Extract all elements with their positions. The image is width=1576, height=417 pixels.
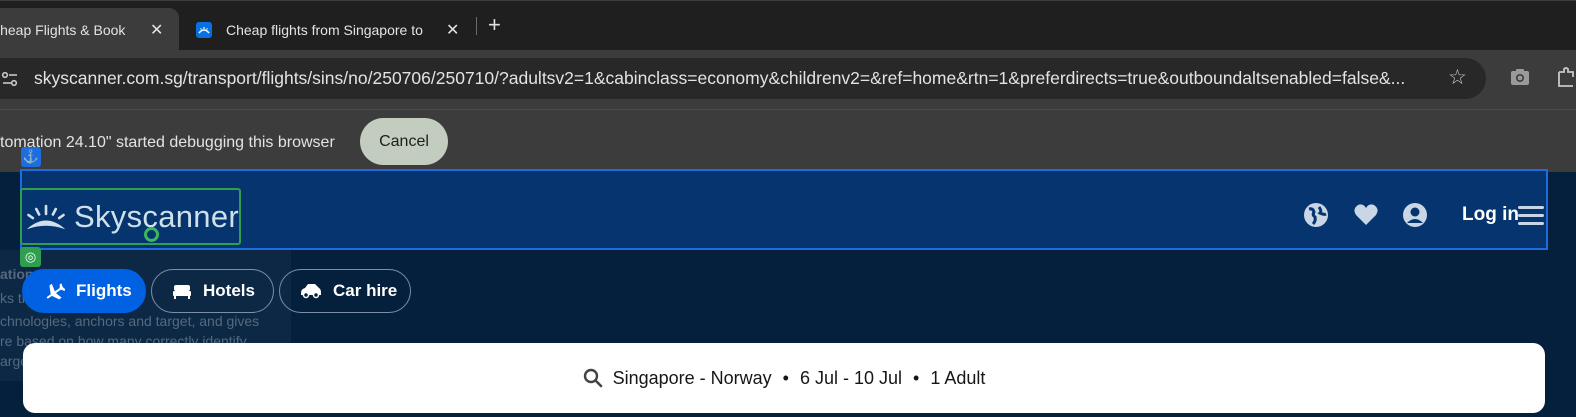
tab-divider: [476, 17, 477, 35]
search-dates: 6 Jul - 10 Jul: [799, 367, 903, 388]
search-travellers: 1 Adult: [930, 367, 986, 388]
search-summary-bar[interactable]: Singapore - Norway • 6 Jul - 10 Jul • 1 …: [23, 343, 1545, 413]
browser-toolbar: skyscanner.com.sg/transport/flights/sins…: [0, 50, 1576, 109]
tab-hotels-label: Hotels: [203, 281, 255, 300]
camera-icon[interactable]: [1510, 68, 1530, 86]
airplane-icon: [46, 283, 65, 300]
close-icon[interactable]: ✕: [150, 20, 163, 40]
debugging-infobar: tomation 24.10" started debugging this b…: [0, 109, 1576, 172]
extensions-puzzle-icon[interactable]: [1556, 66, 1576, 90]
tab-title: Cheap flights from Singapore to: [226, 21, 423, 38]
url-text[interactable]: skyscanner.com.sg/transport/flights/sins…: [34, 68, 1434, 89]
separator-dot: •: [913, 367, 920, 388]
tab-flights[interactable]: Flights: [22, 269, 146, 313]
target-icon: ◎: [20, 247, 41, 267]
site-info-icon[interactable]: [0, 69, 20, 89]
infobar-message: tomation 24.10" started debugging this b…: [0, 134, 335, 151]
globe-icon[interactable]: [1303, 202, 1329, 233]
close-icon[interactable]: ✕: [446, 20, 459, 40]
sunrise-logo-icon: [26, 204, 66, 229]
user-account-icon[interactable]: [1402, 202, 1428, 233]
bed-icon: [173, 285, 191, 299]
hamburger-menu-icon[interactable]: [1518, 204, 1544, 231]
site-header: Log in: [20, 169, 1548, 250]
tab-title: Cheap Flights & Book: [0, 21, 126, 38]
tab-car-hire[interactable]: Car hire: [279, 269, 411, 313]
new-tab-plus-icon[interactable]: +: [488, 13, 501, 37]
anchor-icon: ⚓: [21, 147, 41, 167]
separator-dot: •: [782, 367, 789, 388]
tab-flights-label: Flights: [76, 281, 132, 300]
skyscanner-page: Log in Skyscanner ation score: 100% ks t…: [0, 169, 1576, 417]
search-icon: [583, 368, 602, 388]
car-icon: [301, 284, 321, 299]
browser-tab-strip: Cheap Flights & Book ✕ Cheap flights fro…: [0, 0, 1576, 51]
tab-hotels[interactable]: Hotels: [151, 269, 274, 313]
locator-dot-icon: [144, 227, 159, 242]
search-route: Singapore - Norway: [612, 367, 772, 388]
address-bar[interactable]: skyscanner.com.sg/transport/flights/sins…: [0, 58, 1486, 99]
skyscanner-favicon-icon: [196, 21, 212, 38]
bookmark-star-icon[interactable]: ☆: [1448, 65, 1467, 90]
heart-icon[interactable]: [1353, 203, 1379, 232]
login-link[interactable]: Log in: [1462, 204, 1519, 226]
tab-flight-search[interactable]: Cheap flights from Singapore to ✕: [196, 8, 468, 51]
tooltip-line: chnologies, anchors and target, and give…: [0, 313, 260, 329]
tab-car-hire-label: Car hire: [333, 281, 398, 300]
tab-skyscanner-home[interactable]: Cheap Flights & Book ✕: [0, 8, 179, 51]
cancel-button[interactable]: Cancel: [360, 118, 448, 165]
skyscanner-logo[interactable]: Skyscanner: [20, 188, 241, 245]
